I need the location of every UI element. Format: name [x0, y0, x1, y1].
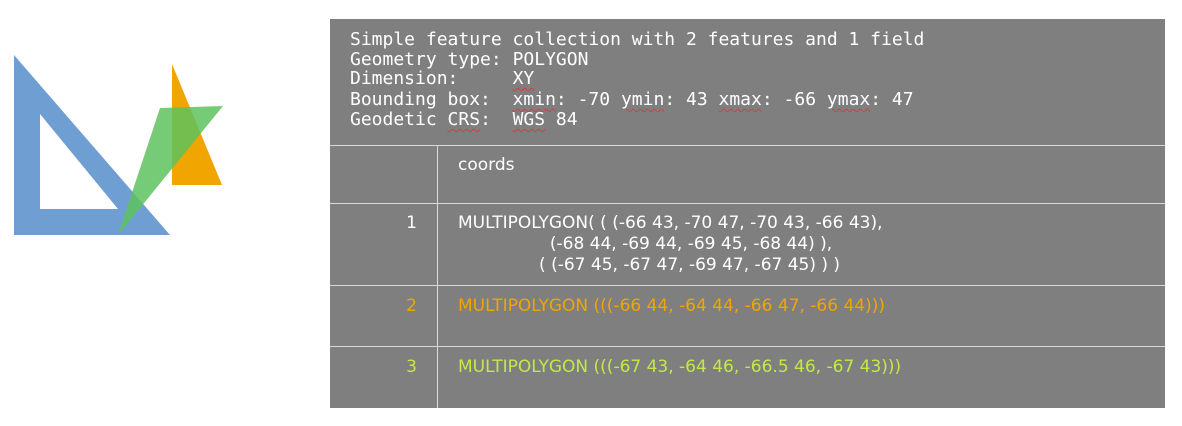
crs-value-b: 84: [545, 109, 578, 130]
crs-label-a: Geodetic: [350, 109, 448, 130]
row-geometry-line: MULTIPOLYGON (((-66 44, -64 44, -66 47, …: [458, 296, 885, 316]
dimension-value: XY: [512, 68, 535, 89]
row-divider: [330, 203, 1165, 204]
bbox-xmin-key: xmin: [512, 89, 556, 110]
row-geometry-line: ( (-67 45, -67 47, -69 47, -67 45) ) ): [458, 255, 841, 275]
row-geometry-line: (-68 44, -69 44, -69 45, -68 44) ),: [458, 234, 833, 254]
column-header-coords: coords: [458, 155, 515, 175]
geometry-type-line: Geometry type: POLYGON: [350, 50, 588, 70]
row-divider: [330, 285, 1165, 286]
sf-logo: [14, 55, 223, 235]
table-column-divider: [437, 146, 438, 408]
summary-line: Simple feature collection with 2 feature…: [350, 29, 925, 50]
row-index: 1: [406, 213, 417, 233]
bbox-ymax-value: : 47: [870, 89, 914, 110]
sf-summary-view: Simple feature collection with 2 feature…: [0, 0, 1182, 426]
crs-label-b: CRS: [447, 109, 481, 130]
crs-label-c: :: [480, 109, 513, 130]
crs-line: Geodetic CRS: WGS 84: [350, 110, 578, 130]
dimension-label: Dimension:: [350, 68, 513, 89]
bounding-box-label: Bounding box:: [350, 89, 513, 110]
row-geometry-line: MULTIPOLYGON (((-67 43, -64 46, -66.5 46…: [458, 357, 902, 377]
bbox-ymin-value: : 43: [664, 89, 719, 110]
bbox-xmax-value: : -66: [761, 89, 827, 110]
bbox-xmin-value: : -70: [555, 89, 621, 110]
collection-summary: Simple feature collection with 2 feature…: [330, 19, 1165, 146]
geometry-type-label: Geometry type:: [350, 49, 513, 70]
row-geometry-line: MULTIPOLYGON( ( (-66 43, -70 47, -70 43,…: [458, 213, 883, 233]
row-index: 3: [406, 357, 417, 377]
crs-value-a: WGS: [512, 109, 546, 130]
bounding-box-line: Bounding box: xmin: -70 ymin: 43 xmax: -…: [350, 90, 914, 110]
dimension-line: Dimension: XY: [350, 69, 534, 89]
row-index: 2: [406, 296, 417, 316]
geometry-type-value: POLYGON: [512, 49, 589, 70]
print-output-panel: Simple feature collection with 2 feature…: [330, 19, 1165, 408]
bbox-ymin-key: ymin: [620, 89, 665, 110]
bbox-xmax-key: xmax: [718, 89, 762, 110]
row-divider: [330, 346, 1165, 347]
bbox-ymax-key: ymax: [826, 89, 871, 110]
logo-blue-triangle: [14, 55, 170, 235]
